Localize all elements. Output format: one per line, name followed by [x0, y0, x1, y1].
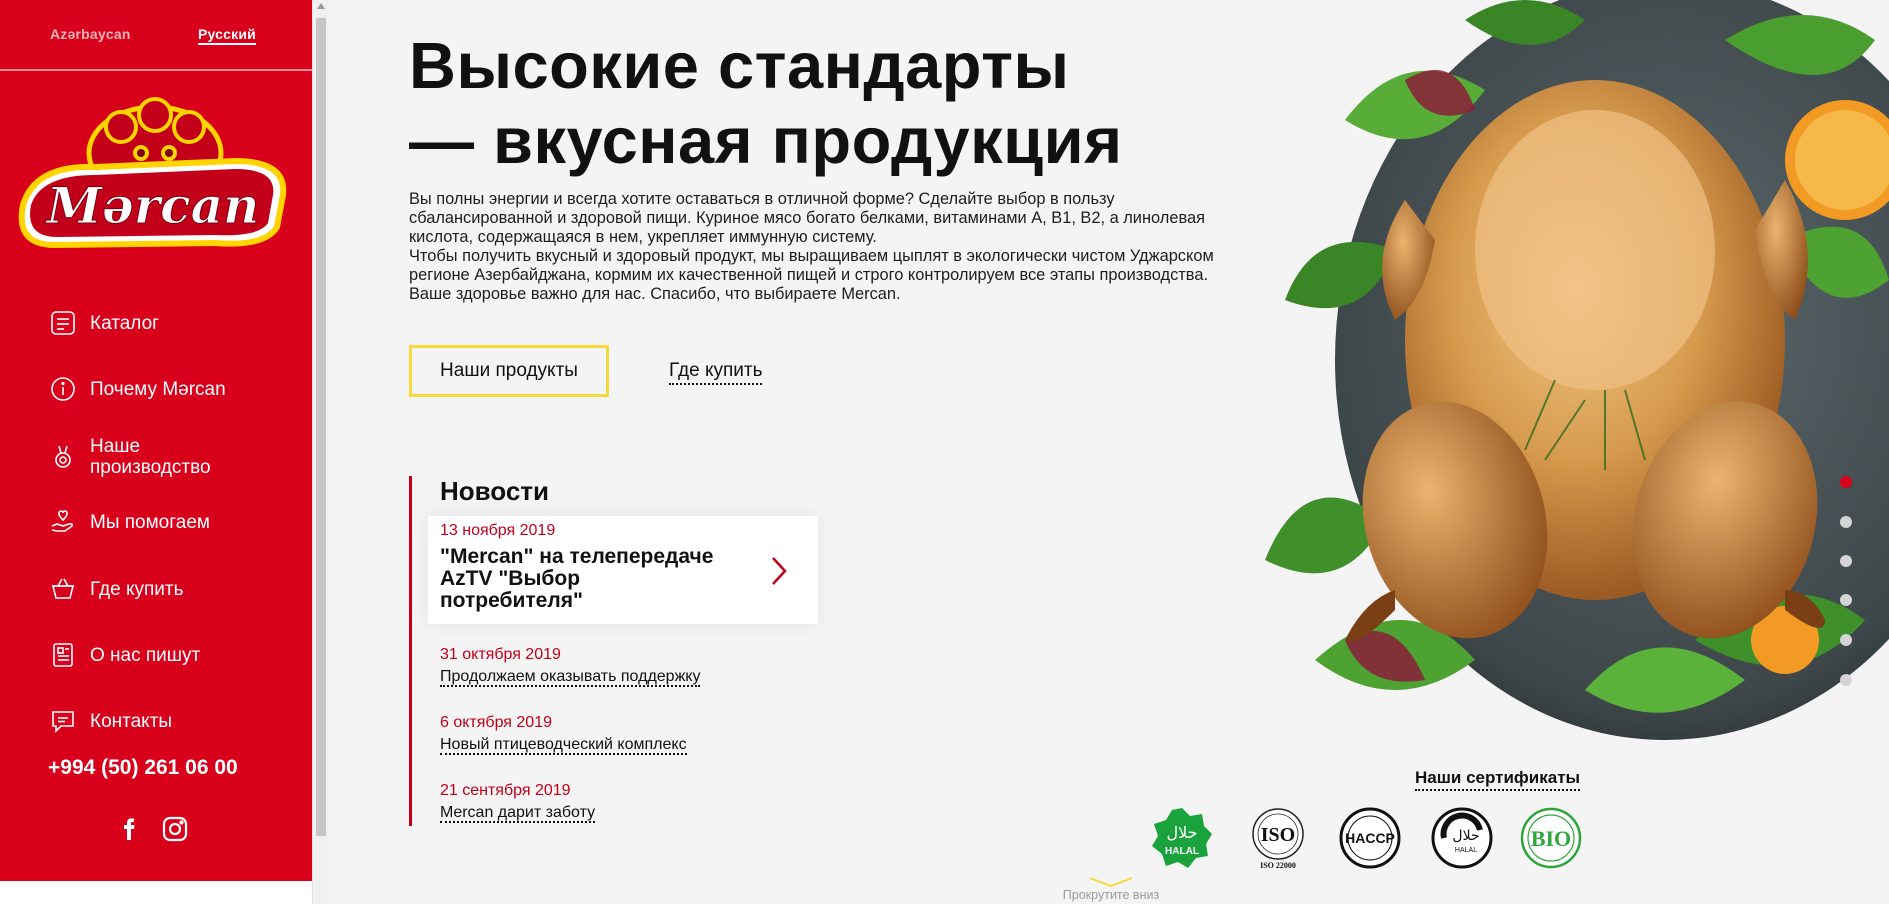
nav-item-we-help[interactable]: Мы помогаем: [48, 507, 210, 537]
nav-item-press[interactable]: О нас пишут: [48, 640, 200, 670]
medal-icon: [48, 442, 78, 472]
news-item[interactable]: 21 сентября 2019 Mercan дарит заботу: [440, 782, 596, 823]
news-headline[interactable]: "Mercan" на телепередаче AzTV "Выбор пот…: [440, 546, 720, 612]
halal-black-certificate-icon[interactable]: حلال HALAL: [1430, 806, 1494, 870]
instagram-icon[interactable]: [160, 814, 190, 844]
nav-item-contacts[interactable]: Контакты: [48, 706, 172, 736]
iso-label: ISO: [1261, 824, 1295, 846]
news-title: Новости: [440, 476, 550, 506]
helping-hand-icon: [48, 507, 78, 537]
nav-label: Каталог: [90, 312, 160, 334]
halal-label: HALAL: [1165, 846, 1199, 857]
halal-certificate-icon[interactable]: حلال HALAL: [1150, 806, 1214, 870]
info-icon: [48, 374, 78, 404]
language-russian[interactable]: Русский: [198, 26, 256, 45]
slider-dot-4[interactable]: [1840, 594, 1852, 606]
nav-label: Где купить: [90, 578, 184, 600]
language-azerbaijani[interactable]: Azərbaycan: [50, 26, 131, 42]
catalog-icon: [48, 308, 78, 338]
nav-item-where-to-buy[interactable]: Где купить: [48, 574, 183, 604]
chevron-down-icon: [1089, 877, 1133, 888]
iso-certificate-icon[interactable]: ISO ISO 22000: [1246, 806, 1310, 870]
sidebar: Azərbaycan Русский Mərcan Каталог Почему…: [0, 0, 312, 881]
bio-certificate-icon[interactable]: BIO: [1519, 806, 1583, 870]
news-date: 6 октября 2019: [440, 714, 552, 731]
scrollbar-thumb[interactable]: [316, 18, 326, 836]
scrollbar[interactable]: [312, 0, 328, 904]
nav-label: Контакты: [90, 710, 173, 732]
logo-text: Mərcan: [45, 176, 260, 235]
news-date: 21 сентября 2019: [440, 782, 571, 799]
nav-label: О нас пишут: [90, 644, 201, 666]
basket-icon: [48, 574, 78, 604]
haccp-certificate-icon[interactable]: HACCP: [1338, 806, 1402, 870]
scroll-down-label: Прокрутите вниз: [1062, 888, 1160, 902]
news-item[interactable]: 6 октября 2019 Новый птицеводческий комп…: [440, 714, 687, 755]
halal-black-label: HALAL: [1455, 847, 1477, 854]
sidebar-footer: [0, 881, 312, 904]
slider-dot-6[interactable]: [1840, 674, 1852, 686]
nav-label: Наше производство: [90, 436, 211, 478]
phone-number[interactable]: +994 (50) 261 06 00: [48, 756, 238, 780]
hero-title-line-2: — вкусная продукция: [409, 104, 1123, 177]
news-section: Новости 13 ноября 2019 "Mercan" на телеп…: [409, 476, 818, 826]
hero-paragraph-1: Вы полны энергии и всегда хотите остават…: [409, 190, 1205, 246]
scroll-up-arrow-icon[interactable]: [317, 3, 325, 9]
bio-label: BIO: [1531, 826, 1571, 851]
news-date: 31 октября 2019: [440, 646, 561, 663]
certificates-link[interactable]: Наши сертификаты: [1415, 768, 1581, 791]
nav-label: Мы помогаем: [90, 511, 210, 533]
news-link[interactable]: Новый птицеводческий комплекс: [440, 736, 687, 755]
slider-dot-3[interactable]: [1840, 555, 1852, 567]
roast-chicken-image: [1265, 0, 1889, 740]
news-link[interactable]: Mercan дарит заботу: [440, 804, 596, 823]
hero-description: Вы полны энергии и всегда хотите остават…: [409, 190, 1229, 304]
chevron-right-icon[interactable]: [767, 554, 791, 588]
nav-item-why-mercan[interactable]: Почему Mərcan: [48, 374, 226, 404]
slider-dot-2[interactable]: [1840, 516, 1852, 528]
divider: [0, 69, 312, 71]
chat-icon: [48, 706, 78, 736]
halal-black-arabic: حلال: [1452, 828, 1479, 844]
our-products-button[interactable]: Наши продукты: [409, 345, 609, 397]
slider-dot-5[interactable]: [1840, 634, 1852, 646]
halal-arabic: حلال: [1166, 823, 1197, 842]
news-link[interactable]: Продолжаем оказывать поддержку: [440, 668, 701, 687]
iso-sub-label: ISO 22000: [1260, 861, 1296, 870]
slider-dot-1[interactable]: [1840, 476, 1852, 488]
newspaper-icon: [48, 640, 78, 670]
scroll-down-hint[interactable]: Прокрутите вниз: [1050, 876, 1172, 902]
hero-title-line-1: Высокие стандарты: [409, 29, 1070, 102]
nav-label: Почему Mərcan: [90, 378, 226, 400]
where-to-buy-link[interactable]: Где купить: [669, 360, 763, 385]
facebook-icon[interactable]: [114, 814, 144, 844]
haccp-label: HACCP: [1345, 830, 1395, 846]
mercan-logo[interactable]: Mərcan: [15, 95, 295, 255]
nav-item-production[interactable]: Наше производство: [48, 436, 250, 478]
news-featured-card[interactable]: 13 ноября 2019 "Mercan" на телепередаче …: [428, 516, 818, 624]
hero-paragraph-2: Чтобы получить вкусный и здоровый продук…: [409, 247, 1214, 303]
news-date: 13 ноября 2019: [440, 522, 556, 539]
news-item[interactable]: 31 октября 2019 Продолжаем оказывать под…: [440, 646, 701, 687]
nav-item-catalog[interactable]: Каталог: [48, 308, 159, 338]
hero-title: Высокие стандарты — вкусная продукция: [409, 28, 1123, 178]
